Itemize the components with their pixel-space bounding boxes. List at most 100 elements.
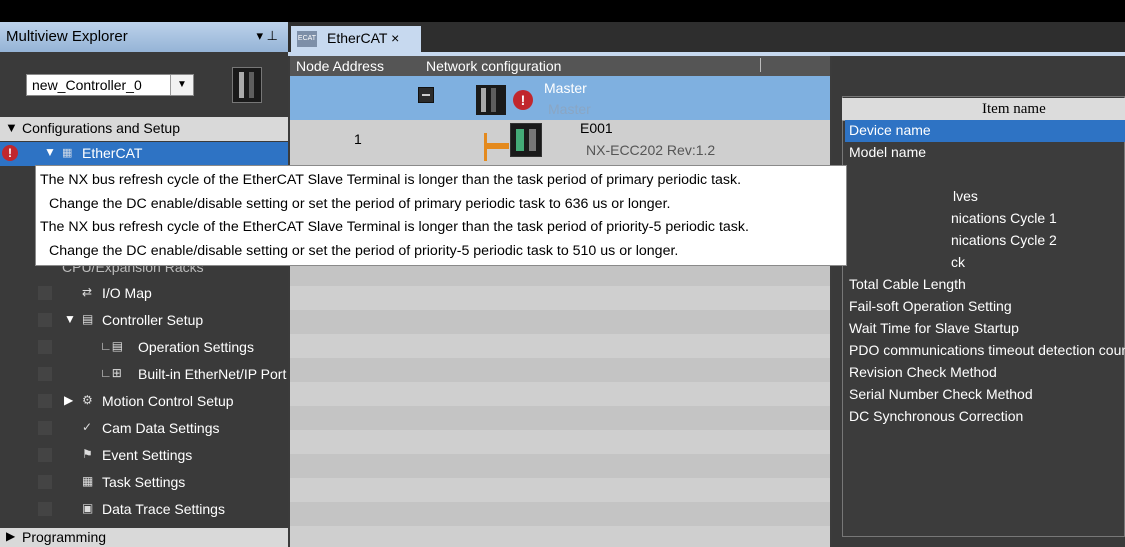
tree-item-label: Programming [22,529,107,545]
tree-item-builtin-ethernet[interactable]: ∟⊞ Built-in EtherNet/IP Port Settings [0,361,288,388]
expand-arrow-icon[interactable]: ▼ [44,145,56,159]
property-row[interactable]: Wait Time for Slave Startup [845,318,1125,340]
tree-item-ethercat[interactable]: ! ▼ ▦ EtherCAT [0,142,288,166]
node-address: 1 [354,131,362,147]
property-row[interactable]: Total Cable Length [845,274,1125,296]
controller-select-value: new_Controller_0 [32,77,142,93]
tooltip-line: The NX bus refresh cycle of the EtherCAT… [40,172,742,188]
pin-icon[interactable]: ▾ ⊥ [257,28,278,44]
tab-label: EtherCAT × [327,30,400,46]
checkbox [38,367,52,381]
error-icon: ! [513,90,533,110]
column-divider[interactable] [760,58,761,72]
error-tooltip: The NX bus refresh cycle of the EtherCAT… [35,165,847,266]
header-item-name: Item name [982,101,1046,117]
property-label: Wait Time for Slave Startup [849,320,1019,336]
property-row[interactable]: Model name [845,142,1125,164]
property-row[interactable]: ck [845,252,1125,274]
checkbox [22,146,36,160]
table-row [290,310,830,334]
slave-device-icon [510,123,542,157]
property-row[interactable]: nications Cycle 2 [845,230,1125,252]
tree-item-programming[interactable]: ▶ Programming [0,528,288,547]
tree-item-label: Configurations and Setup [22,120,180,136]
tree-item-label: Task Settings [102,474,186,490]
tab-ethercat[interactable]: ECAT EtherCAT × [291,26,421,52]
property-row[interactable]: Device name [845,120,1125,142]
task-icon: ▦ [82,474,94,488]
checkbox [38,394,52,408]
table-row [290,526,830,547]
table-row [290,478,830,502]
operation-settings-icon: ∟▤ [100,339,124,353]
io-map-icon: ⇄ [82,285,93,299]
table-row [290,358,830,382]
property-label: Fail-soft Operation Setting [849,298,1012,314]
property-row[interactable]: Serial Number Check Method [845,384,1125,406]
property-row[interactable]: PDO communications timeout detection cou… [845,340,1125,362]
header-node-address: Node Address [296,58,384,74]
table-row [290,502,830,526]
property-row[interactable]: Fail-soft Operation Setting [845,296,1125,318]
gear-icon: ⚙ [82,393,93,407]
tree-item-event-settings[interactable]: ⚑ Event Settings [0,442,288,469]
checkbox [38,475,52,489]
tooltip-line: Change the DC enable/disable setting or … [49,196,671,212]
flag-icon: ⚑ [82,447,93,461]
controller-select[interactable]: new_Controller_0 ▼ [26,74,194,96]
checkbox [38,421,52,435]
property-label: PDO communications timeout detection cou… [849,342,1125,358]
panel-title: Multiview Explorer [6,28,128,45]
close-icon[interactable]: × [391,30,399,46]
header-network-configuration: Network configuration [426,58,562,74]
checkbox [38,502,52,516]
property-row[interactable] [845,164,1125,186]
property-label: DC Synchronous Correction [849,408,1024,424]
ethercat-icon: ECAT [297,31,317,47]
tree-item-label: Controller Setup [102,312,204,328]
tree-item-data-trace[interactable]: ▣ Data Trace Settings [0,496,288,523]
tree-item-label: EtherCAT [82,145,143,161]
connector-line [484,146,509,161]
top-bar [0,0,1125,22]
property-label: ck [951,254,965,270]
table-row [290,430,830,454]
collapse-arrow-icon[interactable]: ▼ [5,120,18,135]
collapse-icon[interactable] [418,87,434,103]
connector-line [484,133,509,146]
master-device-icon [476,85,506,115]
expand-arrow-icon[interactable]: ▼ [64,312,76,326]
property-row[interactable]: nications Cycle 1 [845,208,1125,230]
trace-icon: ▣ [82,501,94,515]
tree-item-operation-settings[interactable]: ∟▤ Operation Settings [0,334,288,361]
node-model: NX-ECC202 Rev:1.2 [586,142,716,158]
error-icon: ! [2,145,18,161]
property-row[interactable]: DC Synchronous Correction [845,406,1125,428]
checkbox [38,286,52,300]
master-label: Master [544,80,587,96]
tree-item-controller-setup[interactable]: ▼ ▤ Controller Setup [0,307,288,334]
node-row[interactable] [290,120,830,166]
tree-item-configurations[interactable]: ▼ Configurations and Setup [0,117,288,141]
tree-item-cam-data[interactable]: ✓ Cam Data Settings [0,415,288,442]
tree-item-task-settings[interactable]: ▦ Task Settings [0,469,288,496]
expand-arrow-icon[interactable]: ▶ [64,393,73,407]
network-table-header: Node Address Network configuration [290,56,830,76]
chevron-down-icon[interactable]: ▼ [170,75,193,95]
tree-item-motion-control[interactable]: ▶ ⚙ Motion Control Setup [0,388,288,415]
expand-arrow-icon[interactable]: ▶ [6,529,15,543]
tree-item-label: Built-in EtherNet/IP Port Settings [138,366,288,382]
checkbox [38,313,52,327]
node-name: E001 [580,120,613,136]
property-row[interactable]: lves [845,186,1125,208]
tree-item-io-map[interactable]: ⇄ I/O Map [0,280,288,307]
property-row[interactable]: Revision Check Method [845,362,1125,384]
table-row [290,454,830,478]
property-label: nications Cycle 1 [951,210,1057,226]
property-label: nications Cycle 2 [951,232,1057,248]
ethernet-icon: ∟⊞ [100,366,122,380]
table-row [290,406,830,430]
table-row [290,334,830,358]
tooltip-line: Change the DC enable/disable setting or … [49,243,679,259]
property-label: Device name [849,122,931,138]
